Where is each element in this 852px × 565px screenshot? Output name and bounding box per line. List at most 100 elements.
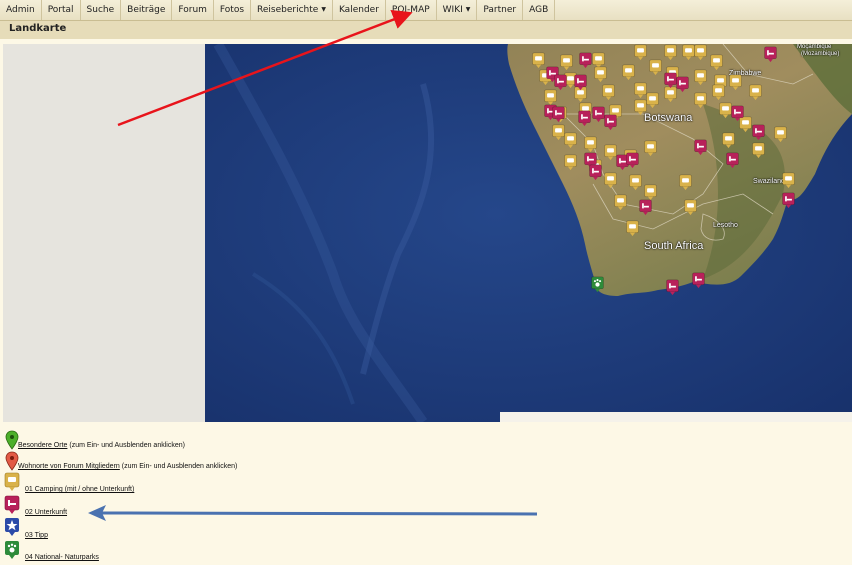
legend-wohnorte[interactable]: Wohnorte von Forum Mitgliedern (zum Ein-… [4,451,237,471]
camping-marker[interactable] [643,140,658,157]
unterkunft-marker[interactable] [638,199,653,216]
unterkunft-marker[interactable] [763,46,778,63]
unterkunft-marker[interactable] [665,279,680,296]
unterkunft-marker[interactable] [730,105,745,122]
camping-marker[interactable] [559,54,574,71]
nav-forum[interactable]: Forum [172,0,214,20]
nav-agb-label: AGB [529,5,549,15]
camping-marker[interactable] [563,154,578,171]
unterkunft-marker[interactable] [625,152,640,169]
camping-marker[interactable] [693,92,708,109]
blue-arrow-head [88,505,106,521]
legend-link-besondere-orte[interactable]: Besondere Orte [18,442,67,449]
title-bar [0,21,852,39]
camping-marker[interactable] [613,194,628,211]
nav-kalender-label: Kalender [338,5,379,15]
legend-tipp[interactable]: 03 Tipp [4,517,48,539]
unterkunft-marker[interactable] [573,74,588,91]
page-title: Landkarte [9,23,67,34]
legend-link-wohnorte[interactable]: Wohnorte von Forum Mitgliedern [18,463,120,470]
nav-beitraege-label: Beiträge [127,5,166,15]
nav-fotos[interactable]: Fotos [214,0,252,20]
unterkunft-marker[interactable] [725,152,740,169]
camping-marker[interactable] [721,132,736,149]
camping-marker[interactable] [531,52,546,69]
unterkunft-marker[interactable] [551,106,566,123]
nav-reiseberichte[interactable]: Reiseberichte ▼ [251,0,333,20]
camping-marker[interactable] [628,174,643,191]
camping-marker[interactable] [693,69,708,86]
nav-admin[interactable]: Admin [0,0,42,20]
nav-suche-label: Suche [86,5,115,15]
label-botswana: Botswana [644,112,693,124]
camping-marker[interactable] [563,132,578,149]
main-nav: Admin Portal Suche Beiträge Forum Fotos … [0,0,852,21]
camping-marker[interactable] [781,172,796,189]
camping-marker[interactable] [583,136,598,153]
camping-marker[interactable] [728,74,743,91]
unterkunft-marker[interactable] [603,114,618,131]
nav-beitraege[interactable]: Beiträge [121,0,173,20]
legend-link-naturparks[interactable]: 04 National- Naturparks [25,554,99,561]
star-marker-icon [5,518,19,536]
camping-marker[interactable] [633,44,648,61]
nav-forum-label: Forum [178,5,207,15]
label-mocambique: Moçambique [797,44,832,50]
paw-marker-icon [5,541,19,559]
legend-link-unterkunft[interactable]: 02 Unterkunft [25,509,67,516]
legend-camping[interactable]: 01 Camping (mit / ohne Unterkunft) [4,472,134,493]
camping-marker[interactable] [603,172,618,189]
label-south-africa: South Africa [644,240,704,252]
legend-link-tipp[interactable]: 03 Tipp [25,532,48,539]
map-edge-strip [500,412,852,422]
nav-suche[interactable]: Suche [81,0,122,20]
camping-marker[interactable] [645,92,660,109]
nav-portal[interactable]: Portal [42,0,81,20]
legend-link-camping[interactable]: 01 Camping (mit / ohne Unterkunft) [25,486,134,493]
unterkunft-marker[interactable] [781,192,796,209]
legend-hint: (zum Ein- und Ausblenden anklicken) [69,442,185,449]
camping-marker[interactable] [678,174,693,191]
nav-kalender[interactable]: Kalender [333,0,386,20]
nav-wiki-label: WIKI [442,5,463,15]
dropdown-caret-icon: ▼ [321,6,326,13]
nav-reiseberichte-label: Reiseberichte [257,5,319,15]
bed-marker-icon [4,495,20,514]
label-lesotho: Lesotho [713,222,738,229]
legend-naturparks[interactable]: 04 National- Naturparks [4,540,99,561]
camping-marker[interactable] [748,84,763,101]
unterkunft-marker[interactable] [675,76,690,93]
nav-poi-map-label: POI-MAP [391,5,430,15]
unterkunft-marker[interactable] [578,52,593,69]
nav-partner[interactable]: Partner [477,0,524,20]
map-canvas[interactable]: Botswana South Africa Zimbabwe Swaziland… [3,44,852,422]
camping-marker[interactable] [593,66,608,83]
unterkunft-marker[interactable] [553,74,568,91]
legend-hint: (zum Ein- und Ausblenden anklicken) [121,463,238,470]
nav-agb[interactable]: AGB [523,0,556,20]
nav-portal-label: Portal [47,5,74,15]
blue-arrow-shaft [101,511,538,516]
nav-wiki[interactable]: WIKI ▼ [437,0,478,20]
camping-marker[interactable] [711,84,726,101]
unterkunft-marker[interactable] [588,164,603,181]
camping-marker[interactable] [663,44,678,61]
camping-marker[interactable] [751,142,766,159]
camping-marker[interactable] [709,54,724,71]
nav-admin-label: Admin [6,5,35,15]
camping-marker[interactable] [683,199,698,216]
camping-marker[interactable] [625,220,640,237]
unterkunft-marker[interactable] [693,139,708,156]
unterkunft-marker[interactable] [691,272,706,289]
camping-marker[interactable] [601,84,616,101]
legend-besondere-orte[interactable]: Besondere Orte (zum Ein- und Ausblenden … [4,430,185,450]
camping-marker[interactable] [693,44,708,61]
legend-unterkunft[interactable]: 02 Unterkunft [4,495,67,516]
naturpark-marker[interactable] [590,276,605,293]
unterkunft-marker[interactable] [577,110,592,127]
camping-marker[interactable] [648,59,663,76]
unterkunft-marker[interactable] [751,124,766,141]
nav-poi-map[interactable]: POI-MAP [386,0,437,20]
camping-marker[interactable] [773,126,788,143]
camping-marker[interactable] [621,64,636,81]
